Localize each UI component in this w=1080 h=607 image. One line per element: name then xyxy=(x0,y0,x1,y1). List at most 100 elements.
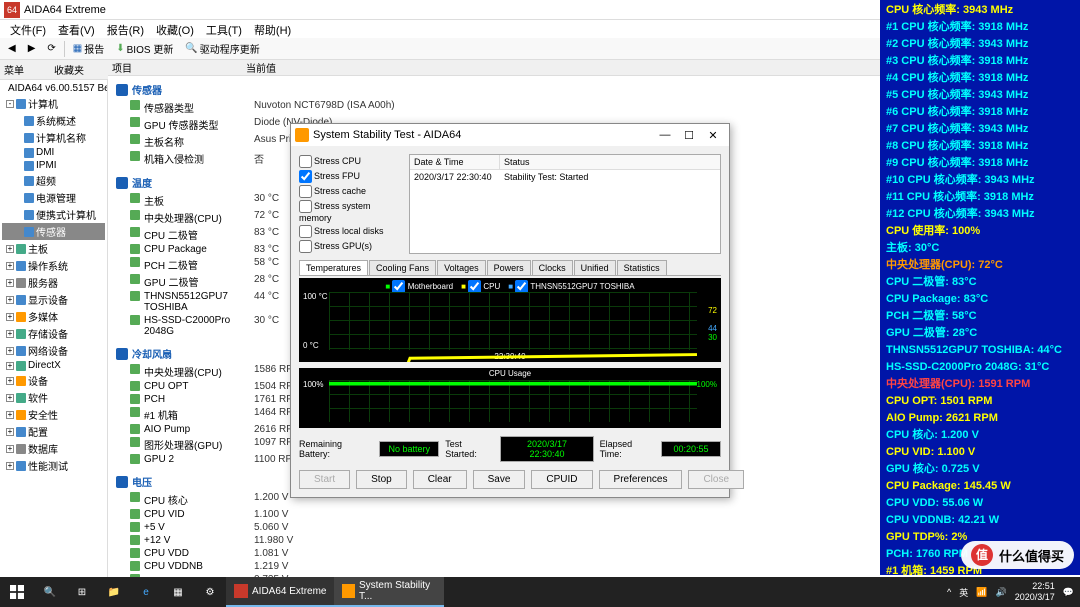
dialog-tab[interactable]: Temperatures xyxy=(299,260,368,275)
osd-line: CPU VDDNB: 42.21 W xyxy=(886,512,1074,529)
dialog-tab[interactable]: Powers xyxy=(487,260,531,275)
dialog-tab[interactable]: Statistics xyxy=(617,260,667,275)
osd-overlay: CPU 核心频率: 3943 MHz#1 CPU 核心频率: 3918 MHz#… xyxy=(880,0,1080,575)
nav-tree[interactable]: AIDA64 v6.00.5157 Beta-计算机系统概述计算机名称DMIIP… xyxy=(0,80,108,578)
taskbar: 🔍 ⊞ 📁 e ▦ ⚙ AIDA64 Extreme System Stabil… xyxy=(0,577,1080,607)
tree-tab-menu[interactable]: 菜单 xyxy=(4,62,54,77)
graph-ytop: 100 °C xyxy=(303,292,328,301)
report-button[interactable]: ▦报告 xyxy=(69,41,108,56)
dialog-tab[interactable]: Unified xyxy=(574,260,616,275)
tree-node[interactable]: +数据库 xyxy=(2,440,105,457)
stress-checkbox[interactable]: Stress GPU(s) xyxy=(299,239,399,254)
osd-line: CPU VDD: 55.06 W xyxy=(886,495,1074,512)
tree-node[interactable]: 传感器 xyxy=(2,223,105,240)
tree-node[interactable]: DMI xyxy=(2,146,105,159)
osd-line: CPU Package: 145.45 W xyxy=(886,478,1074,495)
tree-node[interactable]: 超频 xyxy=(2,172,105,189)
stress-checkbox[interactable]: Stress system memory xyxy=(299,199,399,224)
watermark-badge: 值 xyxy=(971,544,993,566)
osd-line: CPU 核心: 1.200 V xyxy=(886,427,1074,444)
taskbar-app-icon[interactable]: ⚙ xyxy=(194,577,226,607)
dialog-tab[interactable]: Clocks xyxy=(532,260,573,275)
legend-item: Motherboard xyxy=(385,282,453,291)
tree-node[interactable]: +DirectX xyxy=(2,359,105,372)
tree-node[interactable]: +存储设备 xyxy=(2,325,105,342)
explorer-icon[interactable]: 📁 xyxy=(98,577,130,607)
tray-clock[interactable]: 22:51 2020/3/17 xyxy=(1015,581,1055,603)
refresh-button[interactable]: ⟳ xyxy=(43,43,59,54)
taskview-icon[interactable]: ⊞ xyxy=(66,577,98,607)
tree-node[interactable]: +多媒体 xyxy=(2,308,105,325)
tree-node[interactable]: +操作系统 xyxy=(2,257,105,274)
osd-line: CPU Package: 83°C xyxy=(886,291,1074,308)
osd-line: CPU 核心频率: 3943 MHz xyxy=(886,2,1074,19)
stress-checkbox[interactable]: Stress CPU xyxy=(299,154,399,169)
edge-icon[interactable]: e xyxy=(130,577,162,607)
osd-line: GPU 核心: 0.725 V xyxy=(886,461,1074,478)
legend-item: CPU xyxy=(461,282,500,291)
tree-node[interactable]: +网络设备 xyxy=(2,342,105,359)
tree-node[interactable]: +配置 xyxy=(2,423,105,440)
tree-node[interactable]: IPMI xyxy=(2,159,105,172)
tree-node[interactable]: AIDA64 v6.00.5157 Beta xyxy=(2,82,105,95)
separator xyxy=(64,41,65,57)
menu-fav[interactable]: 收藏(O) xyxy=(150,20,200,38)
tree-node[interactable]: 便携式计算机 xyxy=(2,206,105,223)
notification-icon[interactable]: 💬 xyxy=(1063,587,1074,598)
cpu-usage-graph: CPU Usage 100% 100% xyxy=(299,368,721,428)
osd-line: CPU OPT: 1501 RPM xyxy=(886,393,1074,410)
dialog-titlebar[interactable]: System Stability Test - AIDA64 — ☐ ✕ xyxy=(291,124,729,146)
osd-line: #9 CPU 核心频率: 3918 MHz xyxy=(886,155,1074,172)
dialog-maximize[interactable]: ☐ xyxy=(677,129,701,142)
tree-node[interactable]: +性能测试 xyxy=(2,457,105,474)
tree-node[interactable]: +主板 xyxy=(2,240,105,257)
start-button[interactable] xyxy=(0,577,34,607)
taskbar-app-aida64[interactable]: AIDA64 Extreme xyxy=(226,577,334,607)
tree-node[interactable]: 系统概述 xyxy=(2,112,105,129)
tray-ime[interactable]: 英 xyxy=(959,586,968,599)
stress-checkbox[interactable]: Stress FPU xyxy=(299,169,399,184)
back-button[interactable]: ◀ xyxy=(4,43,20,54)
tree-node[interactable]: +显示设备 xyxy=(2,291,105,308)
menu-view[interactable]: 查看(V) xyxy=(52,20,101,38)
tree-node[interactable]: +安全性 xyxy=(2,406,105,423)
menu-file[interactable]: 文件(F) xyxy=(4,20,52,38)
osd-line: GPU 二极管: 28°C xyxy=(886,325,1074,342)
stress-checkbox[interactable]: Stress cache xyxy=(299,184,399,199)
tray-network-icon[interactable]: 📶 xyxy=(976,587,987,598)
search-icon[interactable]: 🔍 xyxy=(34,577,66,607)
dialog-minimize[interactable]: — xyxy=(653,129,677,141)
tray-chevron-icon[interactable]: ^ xyxy=(947,587,951,597)
tree-node[interactable]: -计算机 xyxy=(2,95,105,112)
tree-tab-fav[interactable]: 收藏夹 xyxy=(54,62,104,77)
tray-volume-icon[interactable]: 🔊 xyxy=(996,587,1007,598)
menu-tools[interactable]: 工具(T) xyxy=(200,20,248,38)
system-tray[interactable]: ^ 英 📶 🔊 22:51 2020/3/17 💬 xyxy=(941,581,1080,603)
dialog-tab[interactable]: Voltages xyxy=(437,260,486,275)
dialog-tab[interactable]: Cooling Fans xyxy=(369,260,436,275)
osd-line: #5 CPU 核心频率: 3943 MHz xyxy=(886,87,1074,104)
log-col-datetime: Date & Time xyxy=(410,155,500,169)
forward-button[interactable]: ▶ xyxy=(24,43,40,54)
col-value: 当前值 xyxy=(238,60,276,75)
menu-help[interactable]: 帮助(H) xyxy=(248,20,297,38)
window-title: AIDA64 Extreme xyxy=(24,4,996,16)
taskbar-app-icon[interactable]: ▦ xyxy=(162,577,194,607)
tree-node[interactable]: 电源管理 xyxy=(2,189,105,206)
osd-line: #3 CPU 核心频率: 3918 MHz xyxy=(886,53,1074,70)
log-row: 2020/3/17 22:30:40 Stability Test: Start… xyxy=(410,170,720,184)
tree-node[interactable]: +设备 xyxy=(2,372,105,389)
tree-node[interactable]: +软件 xyxy=(2,389,105,406)
menu-report[interactable]: 报告(R) xyxy=(101,20,150,38)
driver-button[interactable]: 🔍驱动程序更新 xyxy=(181,41,263,56)
stress-checkbox[interactable]: Stress local disks xyxy=(299,224,399,239)
stress-log: Date & Time Status 2020/3/17 22:30:40 St… xyxy=(409,154,721,254)
tree-node[interactable]: 计算机名称 xyxy=(2,129,105,146)
tree-node[interactable]: +服务器 xyxy=(2,274,105,291)
taskbar-app-stability[interactable]: System Stability T... xyxy=(334,577,444,607)
dialog-close[interactable]: ✕ xyxy=(701,129,725,142)
osd-line: #12 CPU 核心频率: 3943 MHz xyxy=(886,206,1074,223)
col-item: 项目 xyxy=(108,60,238,75)
bios-button[interactable]: ⬇BIOS 更新 xyxy=(112,41,177,56)
osd-line: AIO Pump: 2621 RPM xyxy=(886,410,1074,427)
